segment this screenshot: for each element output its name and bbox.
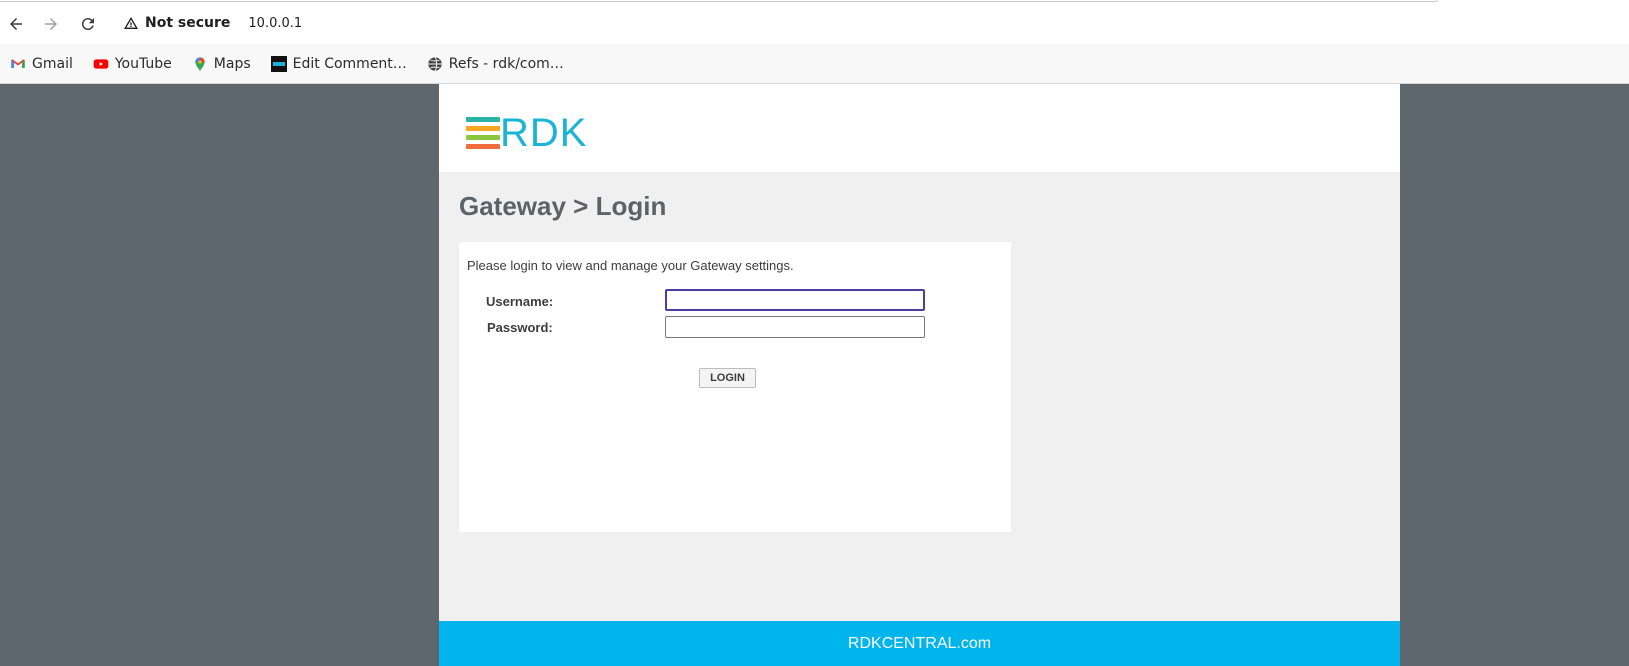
security-label: Not secure — [145, 15, 231, 31]
logo-stripe — [466, 135, 500, 140]
back-arrow-icon — [10, 18, 22, 30]
bookmark-youtube[interactable]: YouTube — [89, 50, 176, 78]
footer-link[interactable]: RDKCENTRAL.com — [848, 635, 991, 653]
forward-arrow-icon — [45, 18, 57, 30]
reload-icon — [81, 18, 94, 31]
bookmark-gmail[interactable]: Gmail — [6, 50, 77, 78]
rdk-logo[interactable]: RDK — [466, 111, 611, 155]
site-footer: RDKCENTRAL.com — [439, 621, 1400, 666]
username-label: Username: — [486, 294, 554, 309]
logo-stripe — [466, 126, 500, 131]
logo-text: RDK — [500, 111, 588, 155]
logo-stripe — [466, 144, 500, 149]
bookmark-refs[interactable]: Refs - rdk/com… — [423, 50, 568, 78]
login-form: Please login to view and manage your Gat… — [459, 242, 1011, 532]
site-header: RDK — [439, 84, 1400, 172]
browser-toolbar: Not secure 10.0.0.1 — [0, 0, 1629, 44]
login-intro: Please login to view and manage your Gat… — [467, 258, 794, 273]
gmail-icon — [11, 58, 25, 68]
tab-strip-edge — [0, 0, 1438, 2]
password-input[interactable] — [665, 316, 925, 338]
site-favicon-icon — [270, 55, 287, 72]
reload-button[interactable] — [75, 11, 101, 37]
page-title: Gateway > Login — [459, 191, 667, 221]
security-indicator[interactable]: Not secure — [113, 8, 241, 38]
login-button[interactable]: LOGIN — [699, 368, 756, 388]
page-content: RDK Gateway > Login Please login to view… — [439, 84, 1400, 666]
address-bar[interactable]: Not secure 10.0.0.1 — [113, 8, 302, 38]
bookmark-maps[interactable]: Maps — [188, 50, 255, 78]
logo-stripe — [466, 117, 500, 122]
username-input[interactable] — [665, 289, 925, 311]
forward-button[interactable] — [38, 11, 64, 37]
logo-stripes — [466, 117, 500, 149]
bookmarks-bar: Gmail YouTube Maps Edit Comment… Refs - … — [0, 44, 1629, 84]
url-text[interactable]: 10.0.0.1 — [248, 16, 302, 31]
password-label: Password: — [487, 320, 553, 335]
warning-triangle-icon — [124, 17, 138, 29]
maps-pin-icon — [195, 56, 205, 71]
bookmark-edit-comment[interactable]: Edit Comment… — [267, 50, 411, 78]
globe-icon — [428, 56, 442, 71]
back-button[interactable] — [3, 11, 29, 37]
youtube-icon — [93, 58, 109, 69]
